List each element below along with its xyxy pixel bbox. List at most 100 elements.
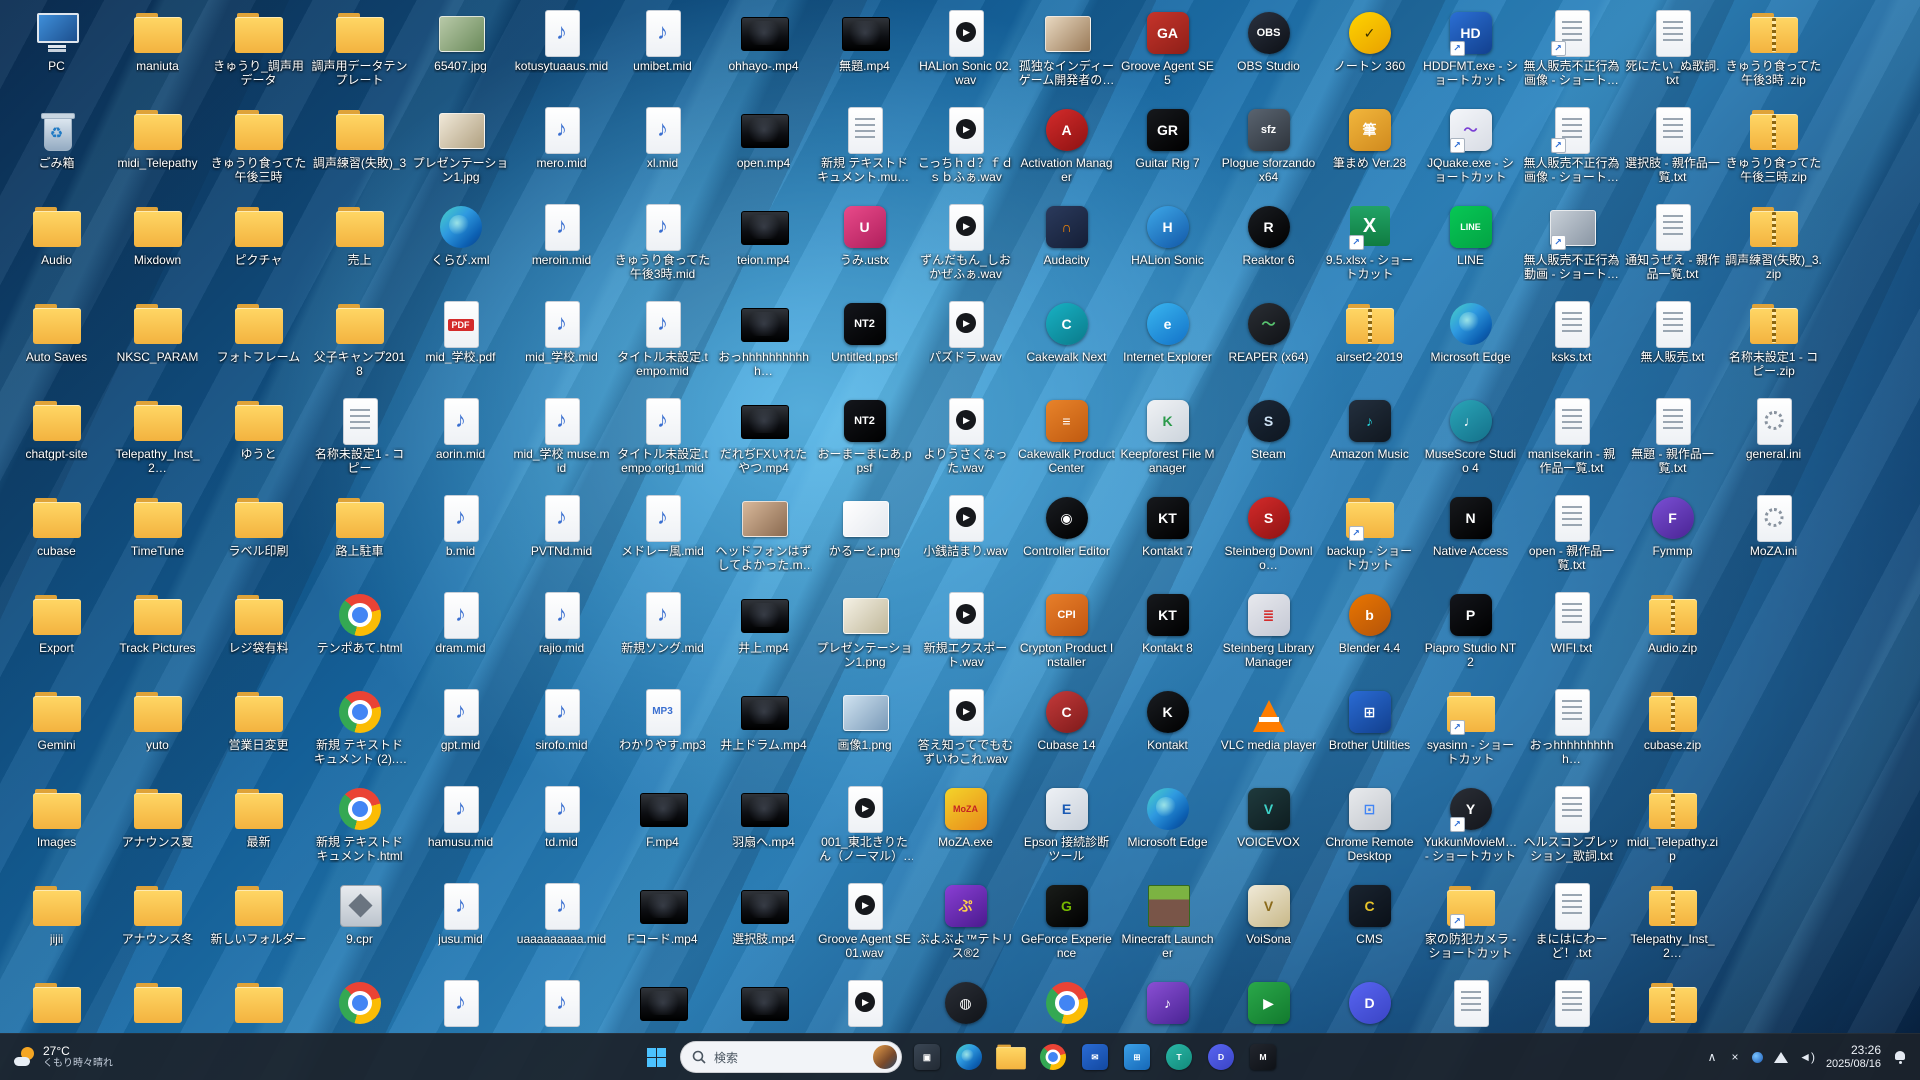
desktop-icon[interactable]: Export: [6, 586, 107, 683]
desktop-icon[interactable]: ↗backup - ショートカット: [1319, 489, 1420, 586]
desktop-icon[interactable]: ksks.txt: [1521, 295, 1622, 392]
desktop-icon[interactable]: Telepathy_Inst_2…: [1622, 877, 1723, 974]
desktop-icon[interactable]: OBSOBS Studio: [1218, 4, 1319, 101]
desktop-icon[interactable]: KKontakt: [1117, 683, 1218, 780]
search-box[interactable]: 検索: [680, 1041, 902, 1073]
desktop-icon[interactable]: 選択肢.mp4: [713, 877, 814, 974]
desktop-icon[interactable]: LINELINE: [1420, 198, 1521, 295]
desktop-icon[interactable]: 名称未設定1 - コピー.zip: [1723, 295, 1824, 392]
desktop-icon[interactable]: PPiapro Studio NT2: [1420, 586, 1521, 683]
taskbar-app-discord[interactable]: D: [1202, 1037, 1240, 1077]
taskbar-app-outlook[interactable]: ✉: [1076, 1037, 1114, 1077]
clock[interactable]: 23:26 2025/08/16: [1826, 1043, 1881, 1072]
desktop-icon[interactable]: ⊡Chrome Remote Desktop: [1319, 780, 1420, 877]
desktop-icon[interactable]: NKSC_PARAM: [107, 295, 208, 392]
desktop-icon[interactable]: 死にたい_ぬ歌詞.txt: [1622, 4, 1723, 101]
desktop-icon[interactable]: GGeForce Experience: [1016, 877, 1117, 974]
desktop-icon[interactable]: ↗無人販売不正行為画像 - ショートカッ…: [1521, 4, 1622, 101]
desktop-icon[interactable]: CCMS: [1319, 877, 1420, 974]
desktop-icon[interactable]: MoZAMoZA.exe: [915, 780, 1016, 877]
desktop-icon[interactable]: b.mid: [410, 489, 511, 586]
hidden-icons-chevron[interactable]: ∧: [1706, 1051, 1718, 1063]
taskbar-app-task-view[interactable]: ▣: [908, 1037, 946, 1077]
desktop-icon[interactable]: 001_東北きりたん（ノーマル）_今じゃ…: [814, 780, 915, 877]
desktop-icon[interactable]: ヘッドフォンはずしてよかった.mp4: [713, 489, 814, 586]
desktop-icon[interactable]: きゅうり食ってた午後三時.zip: [1723, 101, 1824, 198]
desktop-icon[interactable]: Mixdown: [107, 198, 208, 295]
desktop-icon[interactable]: chatgpt-site: [6, 392, 107, 489]
desktop-icon[interactable]: きゅうり食ってた午後三時: [208, 101, 309, 198]
desktop-icon[interactable]: VVoiSona: [1218, 877, 1319, 974]
desktop-icon[interactable]: かるーと.png: [814, 489, 915, 586]
desktop-icon[interactable]: テンポあて.html: [309, 586, 410, 683]
desktop-icon[interactable]: 通知うぜえ - 親作品一覧.txt: [1622, 198, 1723, 295]
desktop-icon[interactable]: 新規 テキストドキュメント (2).html: [309, 683, 410, 780]
desktop-icon[interactable]: meroin.mid: [511, 198, 612, 295]
desktop-icon[interactable]: hamusu.mid: [410, 780, 511, 877]
desktop-icon[interactable]: aorin.mid: [410, 392, 511, 489]
desktop-icon[interactable]: Gemini: [6, 683, 107, 780]
desktop-icon[interactable]: SSteam: [1218, 392, 1319, 489]
desktop-icon[interactable]: uaaaaaaaaa.mid: [511, 877, 612, 974]
desktop-icon[interactable]: WIFI.txt: [1521, 586, 1622, 683]
desktop-icon[interactable]: mid_学校.pdf: [410, 295, 511, 392]
desktop-icon[interactable]: general.ini: [1723, 392, 1824, 489]
desktop-icon[interactable]: VLC media player: [1218, 683, 1319, 780]
desktop-icon[interactable]: 筆筆まめ Ver.28: [1319, 101, 1420, 198]
desktop-icon[interactable]: kotusytuaaus.mid: [511, 4, 612, 101]
start-button[interactable]: [638, 1039, 674, 1075]
desktop-icon[interactable]: KKeepforest File Manager: [1117, 392, 1218, 489]
desktop-icon[interactable]: ≣Steinberg Library Manager: [1218, 586, 1319, 683]
desktop-icon[interactable]: EEpson 接続診断ツール: [1016, 780, 1117, 877]
desktop-icon[interactable]: ohhayo-.mp4: [713, 4, 814, 101]
desktop-icon[interactable]: 新規 テキストドキュメント.musicxml: [814, 101, 915, 198]
desktop-icon[interactable]: jusu.mid: [410, 877, 511, 974]
desktop-icon[interactable]: Auto Saves: [6, 295, 107, 392]
desktop-icon[interactable]: td.mid: [511, 780, 612, 877]
desktop-icon[interactable]: CCakewalk Next: [1016, 295, 1117, 392]
desktop-icon[interactable]: TimeTune: [107, 489, 208, 586]
desktop-icon[interactable]: ↗家の防犯カメラ - ショートカット: [1420, 877, 1521, 974]
desktop-icon[interactable]: 羽扇へ.mp4: [713, 780, 814, 877]
desktop-icon[interactable]: jijii: [6, 877, 107, 974]
desktop-icon[interactable]: プレゼンテーション1.jpg: [410, 101, 511, 198]
desktop-icon[interactable]: ♻ごみ箱: [6, 101, 107, 198]
desktop-icon[interactable]: ⊞Brother Utilities: [1319, 683, 1420, 780]
desktop-icon[interactable]: mero.mid: [511, 101, 612, 198]
desktop-icon[interactable]: フォトフレーム: [208, 295, 309, 392]
desktop-icon[interactable]: 無題 - 親作品一覧.txt: [1622, 392, 1723, 489]
desktop-icon[interactable]: ヘルスコンプレッション_歌詞.txt: [1521, 780, 1622, 877]
desktop-icon[interactable]: Groove Agent SE 01.wav: [814, 877, 915, 974]
desktop-icon[interactable]: 調声練習(失敗)_3: [309, 101, 410, 198]
desktop-icon[interactable]: F.mp4: [612, 780, 713, 877]
desktop-icon[interactable]: 最新: [208, 780, 309, 877]
desktop-icon[interactable]: おっhhhhhhhhhh…: [1521, 683, 1622, 780]
desktop-icon[interactable]: 調声練習(失敗)_3.zip: [1723, 198, 1824, 295]
desktop-icon[interactable]: mid_学校 muse.mid: [511, 392, 612, 489]
desktop-icon[interactable]: bBlender 4.4: [1319, 586, 1420, 683]
desktop-icon[interactable]: 答え知ってでもむずいわこれ.wav: [915, 683, 1016, 780]
desktop-icon[interactable]: 新しいフォルダー: [208, 877, 309, 974]
desktop-icon[interactable]: 井上.mp4: [713, 586, 814, 683]
desktop-icon[interactable]: VVOICEVOX: [1218, 780, 1319, 877]
desktop-icon[interactable]: xl.mid: [612, 101, 713, 198]
desktop-icon[interactable]: わかりやす.mp3: [612, 683, 713, 780]
desktop-icon[interactable]: mid_学校.mid: [511, 295, 612, 392]
desktop-icon[interactable]: 新規 テキストドキュメント.html: [309, 780, 410, 877]
desktop-icon[interactable]: 井上ドラム.mp4: [713, 683, 814, 780]
desktop-icon[interactable]: ずんだもん_しおかぜふぁ.wav: [915, 198, 1016, 295]
desktop-icon[interactable]: open.mp4: [713, 101, 814, 198]
desktop-icon[interactable]: GRGuitar Rig 7: [1117, 101, 1218, 198]
notification-bell-icon[interactable]: [1892, 1049, 1908, 1065]
desktop-icon[interactable]: NT2Untitled.ppsf: [814, 295, 915, 392]
desktop-icon[interactable]: ≡Cakewalk Product Center: [1016, 392, 1117, 489]
desktop-icon[interactable]: PVTNd.mid: [511, 489, 612, 586]
desktop-icon[interactable]: midi_Telepathy.zip: [1622, 780, 1723, 877]
desktop-icon[interactable]: 営業日変更: [208, 683, 309, 780]
desktop-icon[interactable]: きゅうり_調声用データ: [208, 4, 309, 101]
desktop-icon[interactable]: HD↗HDDFMT.exe - ショートカット: [1420, 4, 1521, 101]
desktop-icon[interactable]: RReaktor 6: [1218, 198, 1319, 295]
desktop-icon[interactable]: sirofo.mid: [511, 683, 612, 780]
desktop-icon[interactable]: おっhhhhhhhhhhh…: [713, 295, 814, 392]
desktop-icon[interactable]: 調声用データテンプレート: [309, 4, 410, 101]
